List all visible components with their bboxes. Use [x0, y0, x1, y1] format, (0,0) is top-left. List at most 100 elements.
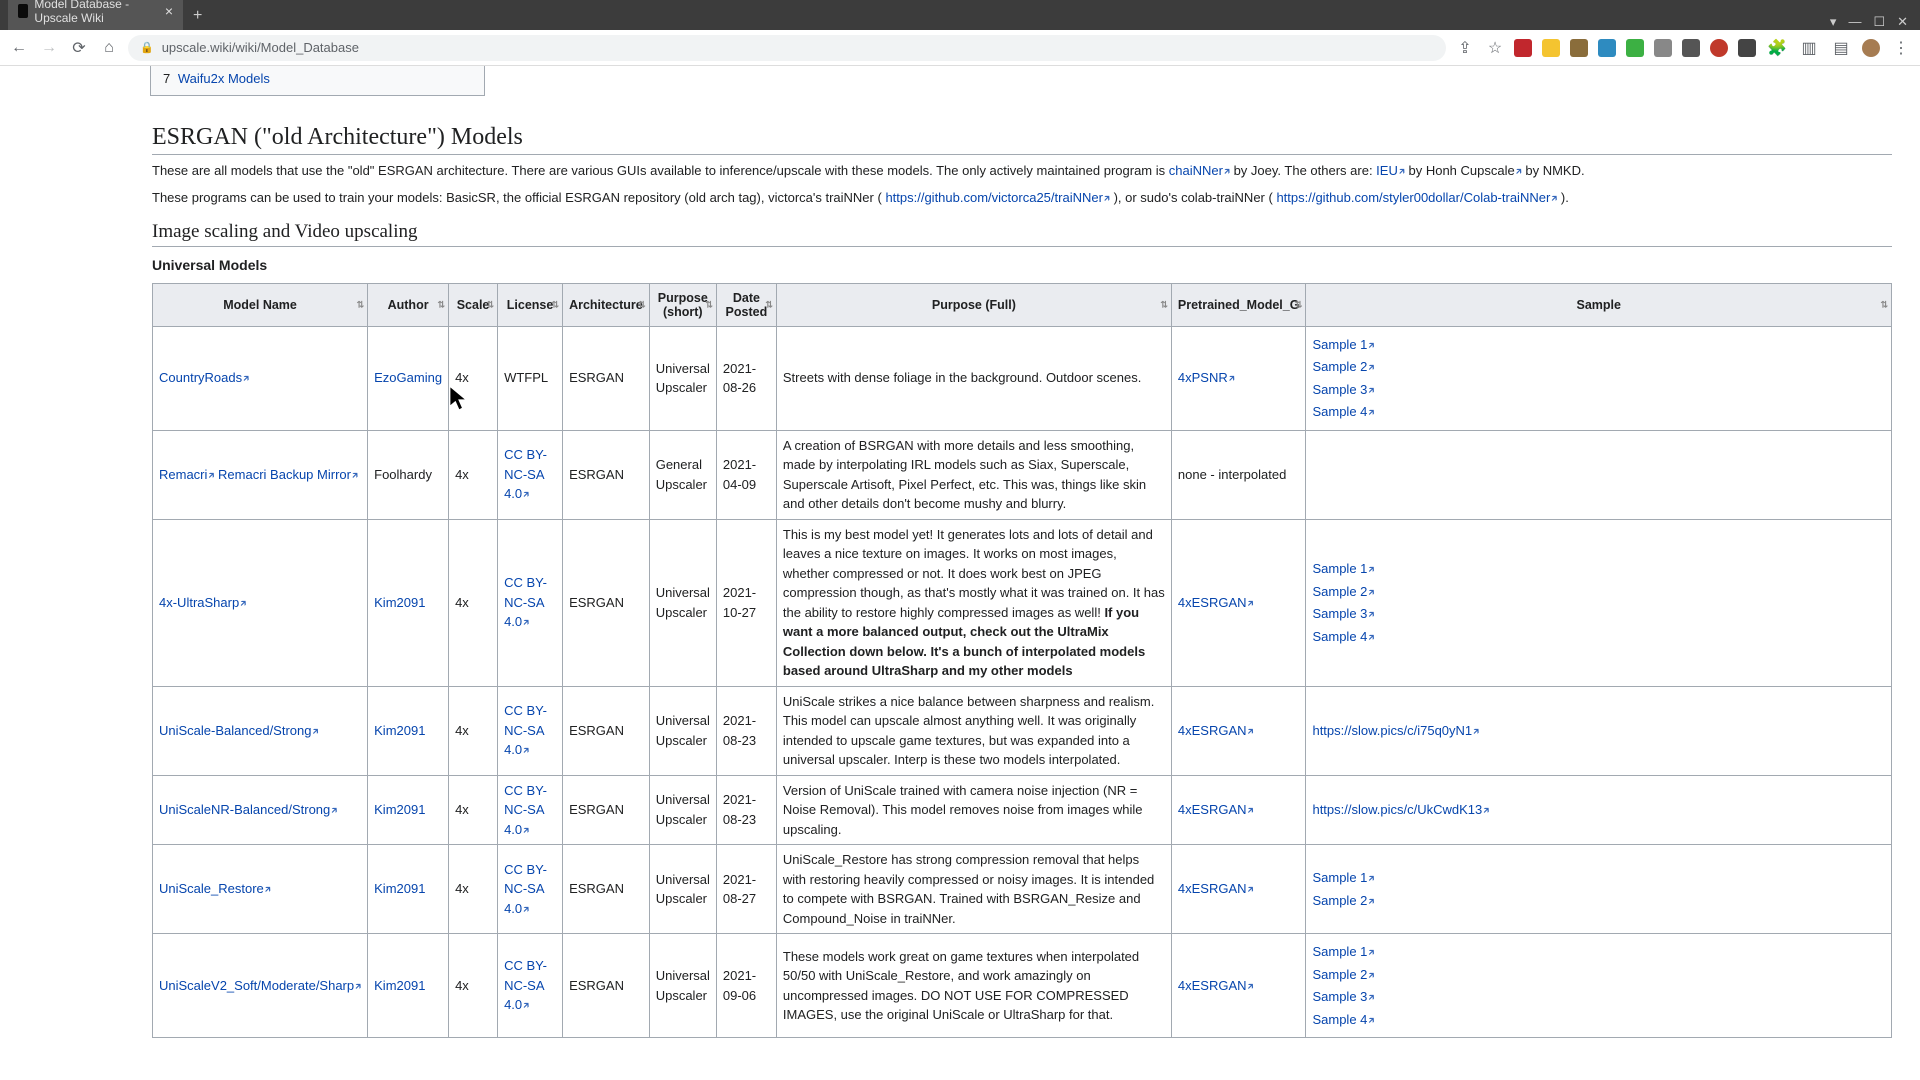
star-icon[interactable]: ☆	[1484, 37, 1506, 59]
cell-purpose-short: Universal Upscaler	[649, 934, 716, 1038]
th-pretrained[interactable]: Pretrained_Model_G	[1171, 283, 1306, 326]
ext-icon-2[interactable]	[1542, 39, 1560, 57]
th-purpose-short[interactable]: Purpose (short)	[649, 283, 716, 326]
th-scale[interactable]: Scale	[449, 283, 498, 326]
ext-icon-6[interactable]	[1654, 39, 1672, 57]
table-row: UniScale-Balanced/StrongKim20914xCC BY-N…	[153, 686, 1892, 775]
model-link[interactable]: UniScale_Restore	[159, 881, 271, 896]
th-license[interactable]: License	[498, 283, 563, 326]
table-row: UniScale_RestoreKim20914xCC BY-NC-SA 4.0…	[153, 845, 1892, 934]
profile-avatar[interactable]	[1862, 39, 1880, 57]
model-link[interactable]: Remacri	[159, 467, 214, 482]
cell-sample: Sample 1Sample 2 Sample 3Sample 4	[1306, 326, 1892, 430]
reading-icon[interactable]: ▤	[1830, 37, 1852, 59]
sample-link[interactable]: Sample 3	[1312, 380, 1885, 400]
model-link[interactable]: 4x-UltraSharp	[159, 595, 246, 610]
author-link[interactable]: Kim2091	[374, 978, 425, 993]
sample-link[interactable]: Sample 1	[1312, 868, 1885, 888]
forward-button[interactable]: →	[38, 37, 60, 59]
sample-link[interactable]: https://slow.pics/c/UkCwdK13	[1312, 800, 1885, 820]
license-link[interactable]: CC BY-NC-SA 4.0	[504, 703, 547, 757]
more-icon[interactable]: ▾	[1830, 14, 1837, 30]
author-link[interactable]: EzoGaming	[374, 370, 442, 385]
th-architecture[interactable]: Architecture	[563, 283, 650, 326]
tab-close-icon[interactable]: ×	[165, 3, 173, 19]
sample-link[interactable]: Sample 1	[1312, 559, 1885, 579]
pretrained-link[interactable]: 4xESRGAN	[1178, 802, 1254, 817]
pretrained-link[interactable]: 4xESRGAN	[1178, 723, 1254, 738]
license-link[interactable]: CC BY-NC-SA 4.0	[504, 862, 547, 916]
model-link[interactable]: CountryRoads	[159, 370, 249, 385]
th-date-posted[interactable]: Date Posted	[716, 283, 776, 326]
ext-icon-9[interactable]	[1738, 39, 1756, 57]
models-table: Model Name Author Scale License Architec…	[152, 283, 1892, 1039]
sample-link[interactable]: https://slow.pics/c/i75q0yN1	[1312, 721, 1885, 741]
ext-icon-8[interactable]	[1710, 39, 1728, 57]
th-purpose-full[interactable]: Purpose (Full)	[776, 283, 1171, 326]
author-link[interactable]: Kim2091	[374, 595, 425, 610]
toc-item[interactable]: 7 Waifu2x Models	[163, 70, 472, 87]
pretrained-link[interactable]: 4xPSNR	[1178, 370, 1235, 385]
model-link[interactable]: UniScale-Balanced/Strong	[159, 723, 319, 738]
cell-model-name: 4x-UltraSharp	[153, 519, 368, 686]
back-button[interactable]: ←	[8, 37, 30, 59]
ext-icon-1[interactable]	[1514, 39, 1532, 57]
home-button[interactable]: ⌂	[98, 37, 120, 59]
sample-link[interactable]: Sample 2	[1312, 891, 1885, 911]
sample-link[interactable]: Sample 2	[1312, 965, 1885, 985]
pretrained-link[interactable]: 4xESRGAN	[1178, 978, 1254, 993]
sidepanel-icon[interactable]: ▥	[1798, 37, 1820, 59]
cell-pretrained: 4xESRGAN	[1171, 519, 1306, 686]
ieu-link[interactable]: IEU	[1376, 163, 1405, 178]
ext-puzzle-icon[interactable]: 🧩	[1766, 37, 1788, 59]
author-link[interactable]: Kim2091	[374, 723, 425, 738]
trainner-link[interactable]: https://github.com/victorca25/traiNNer	[885, 190, 1110, 205]
cell-license: CC BY-NC-SA 4.0	[498, 845, 563, 934]
chainner-link[interactable]: chaiNNer	[1169, 163, 1230, 178]
model-link[interactable]: Remacri Backup Mirror	[218, 467, 358, 482]
sample-link[interactable]: Sample 2	[1312, 357, 1885, 377]
sample-link[interactable]: Sample 4	[1312, 1010, 1885, 1030]
url-field[interactable]: 🔒 upscale.wiki/wiki/Model_Database	[128, 35, 1446, 61]
model-link[interactable]: UniScaleV2_Soft/Moderate/Sharp	[159, 978, 361, 993]
sample-link[interactable]: Sample 3	[1312, 604, 1885, 624]
th-model-name[interactable]: Model Name	[153, 283, 368, 326]
colab-link[interactable]: https://github.com/styler00dollar/Colab-…	[1276, 190, 1557, 205]
ext-icon-4[interactable]	[1598, 39, 1616, 57]
cell-architecture: ESRGAN	[563, 326, 650, 430]
sample-link[interactable]: Sample 1	[1312, 335, 1885, 355]
author-link[interactable]: Kim2091	[374, 802, 425, 817]
kebab-menu-icon[interactable]: ⋮	[1890, 37, 1912, 59]
license-link[interactable]: CC BY-NC-SA 4.0	[504, 447, 547, 501]
new-tab-button[interactable]: +	[183, 2, 212, 30]
maximize-icon[interactable]: ☐	[1873, 14, 1885, 30]
reload-button[interactable]: ⟳	[68, 37, 90, 59]
tab-favicon	[18, 4, 28, 18]
sample-link[interactable]: Sample 3	[1312, 987, 1885, 1007]
sample-link[interactable]: Sample 4	[1312, 402, 1885, 422]
author-link[interactable]: Kim2091	[374, 881, 425, 896]
minimize-icon[interactable]: —	[1848, 14, 1861, 30]
sample-link[interactable]: Sample 4	[1312, 627, 1885, 647]
pretrained-link[interactable]: 4xESRGAN	[1178, 595, 1254, 610]
license-link[interactable]: CC BY-NC-SA 4.0	[504, 958, 547, 1012]
close-window-icon[interactable]: ✕	[1897, 14, 1908, 30]
cell-purpose-short: Universal Upscaler	[649, 519, 716, 686]
license-link[interactable]: CC BY-NC-SA 4.0	[504, 575, 547, 629]
cell-purpose-full: A creation of BSRGAN with more details a…	[776, 430, 1171, 519]
license-link[interactable]: CC BY-NC-SA 4.0	[504, 783, 547, 837]
browser-tab[interactable]: Model Database - Upscale Wiki ×	[8, 0, 183, 30]
model-link[interactable]: UniScaleNR-Balanced/Strong	[159, 802, 337, 817]
ext-icon-5[interactable]	[1626, 39, 1644, 57]
cell-author: Foolhardy	[368, 430, 449, 519]
cell-purpose-short: General Upscaler	[649, 430, 716, 519]
sample-link[interactable]: Sample 2	[1312, 582, 1885, 602]
ext-icon-3[interactable]	[1570, 39, 1588, 57]
ext-icon-7[interactable]	[1682, 39, 1700, 57]
sample-link[interactable]: Sample 1	[1312, 942, 1885, 962]
th-sample[interactable]: Sample	[1306, 283, 1892, 326]
pretrained-link[interactable]: 4xESRGAN	[1178, 881, 1254, 896]
share-icon[interactable]: ⇪	[1454, 37, 1476, 59]
toc-link[interactable]: Waifu2x Models	[178, 71, 270, 86]
th-author[interactable]: Author	[368, 283, 449, 326]
